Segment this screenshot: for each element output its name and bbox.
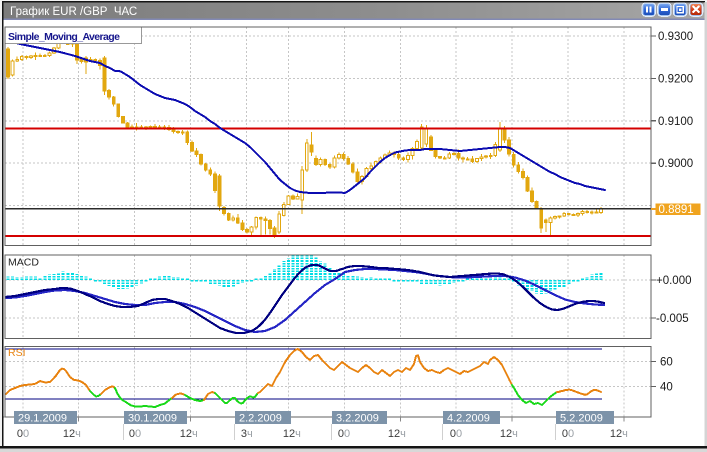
svg-text:00: 00 [338,428,350,440]
svg-text:12ч: 12ч [500,428,518,440]
svg-text:00: 00 [17,428,29,440]
svg-text:5.2.2009: 5.2.2009 [560,413,603,425]
svg-text:3.2.2009: 3.2.2009 [336,413,379,425]
svg-text:12ч: 12ч [180,428,198,440]
svg-text:00: 00 [450,428,462,440]
svg-text:+0.000: +0.000 [656,275,692,287]
svg-text:-0.005: -0.005 [656,313,689,325]
svg-text:График EUR /GBP ЧАС: График EUR /GBP ЧАС [10,6,137,18]
svg-text:12ч: 12ч [63,428,81,440]
svg-text:3ч: 3ч [241,428,253,440]
svg-text:0.9100: 0.9100 [658,116,693,128]
svg-text:00: 00 [129,428,141,440]
svg-text:60: 60 [660,357,673,369]
svg-text:0.9000: 0.9000 [658,158,693,170]
svg-text:00: 00 [562,428,574,440]
svg-text:0.8891: 0.8891 [659,204,694,216]
svg-text:4.2.2009: 4.2.2009 [447,413,490,425]
svg-text:12ч: 12ч [610,428,628,440]
svg-text:29.1.2009: 29.1.2009 [18,413,67,425]
svg-text:40: 40 [660,382,673,394]
svg-text:RSI: RSI [8,347,26,359]
svg-text:12ч: 12ч [283,428,301,440]
svg-text:Simple_Moving_Average: Simple_Moving_Average [8,31,120,43]
svg-text:12ч: 12ч [388,428,406,440]
svg-text:MACD: MACD [8,257,39,269]
svg-text:0.9200: 0.9200 [658,73,693,85]
svg-text:2.2.2009: 2.2.2009 [239,413,282,425]
svg-text:30.1.2009: 30.1.2009 [128,413,177,425]
svg-text:0.9300: 0.9300 [658,31,693,43]
